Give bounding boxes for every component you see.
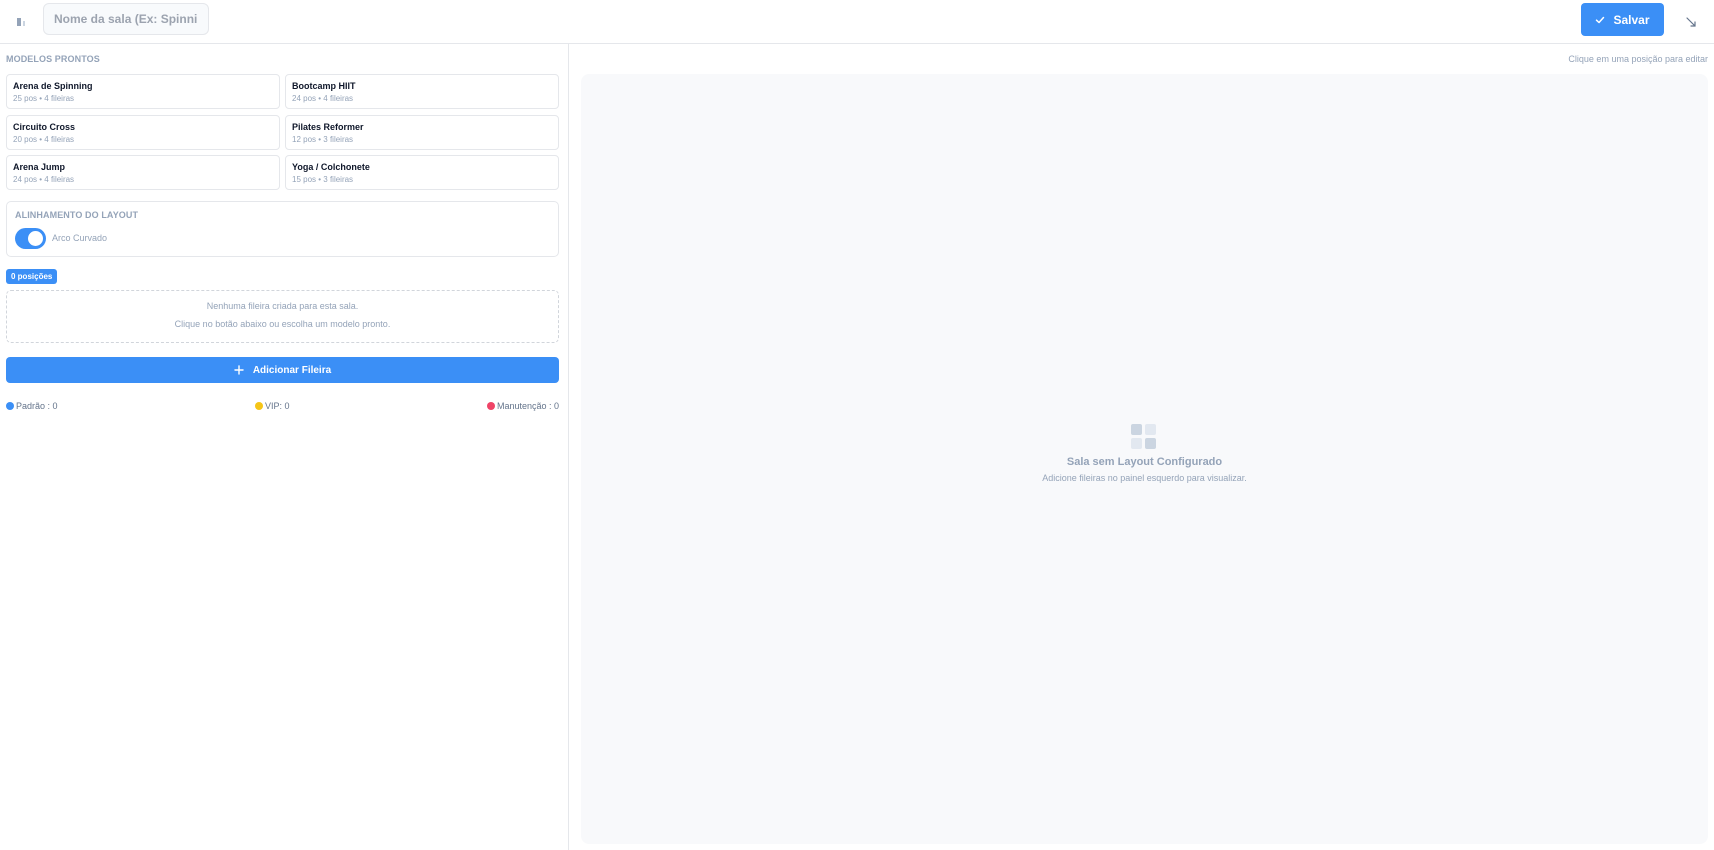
template-card[interactable]: Pilates Reformer 12 pos • 3 fileiras [285,115,559,150]
empty-rows-placeholder: Nenhuma fileira criada para esta sala. C… [6,290,559,343]
template-name: Yoga / Colchonete [292,162,370,172]
positions-count-badge: 0 posições [6,269,58,284]
template-meta: 24 pos • 4 fileiras [292,94,354,103]
legend-vip: VIP: 0 [255,401,290,411]
maintenance-dot-icon [487,402,495,410]
template-card[interactable]: Arena Jump 24 pos • 4 fileiras [6,155,280,190]
template-card[interactable]: Arena de Spinning 25 pos • 4 fileiras [6,74,280,109]
add-row-button[interactable]: Adicionar Fileira [6,357,559,383]
vip-dot-icon [255,402,263,410]
save-button[interactable]: Salvar [1581,3,1664,36]
template-meta: 20 pos • 4 fileiras [13,135,75,144]
grid-icon [1131,424,1157,450]
add-row-label: Adicionar Fileira [252,364,332,376]
sidebar-toggle-icon[interactable] [10,10,34,34]
template-name: Arena Jump [13,162,66,172]
legend-vip-label: VIP: 0 [265,401,290,411]
template-card[interactable]: Bootcamp HIIT 24 pos • 4 fileiras [285,74,559,109]
empty-rows-message: Nenhuma fileira criada para esta sala. [206,301,359,311]
legend-standard-label: Padrão : 0 [16,401,58,411]
empty-rows-hint: Clique no botão abaixo ou escolha um mod… [174,319,391,329]
templates-section-title: MODELOS PRONTOS [6,54,100,64]
template-card[interactable]: Yoga / Colchonete 15 pos • 3 fileiras [285,155,559,190]
toggle-knob [28,231,43,246]
check-icon [1596,16,1605,23]
template-meta: 24 pos • 4 fileiras [13,175,75,184]
template-name: Arena de Spinning [13,81,93,91]
template-meta: 25 pos • 4 fileiras [13,94,75,103]
standard-dot-icon [6,402,14,410]
legend-maintenance-label: Manutenção : 0 [497,401,560,411]
plus-icon [234,365,244,375]
template-name: Circuito Cross [13,122,76,132]
legend-maintenance: Manutenção : 0 [487,401,559,411]
empty-layout-title: Sala sem Layout Configurado [1066,456,1223,468]
edit-hint: Clique em uma posição para editar [1568,54,1708,64]
template-meta: 15 pos • 3 fileiras [292,175,354,184]
right-panel: Clique em uma posição para editar Sala s… [570,44,1714,850]
layout-alignment-box: ALINHAMENTO DO LAYOUT Arco Curvado [6,201,559,257]
curved-arc-label: Arco Curvado [52,233,108,243]
empty-layout-description: Adicione fileiras no painel esquerdo par… [1042,473,1247,483]
minimize-icon[interactable] [1679,10,1703,34]
layout-canvas[interactable]: Sala sem Layout Configurado Adicione fil… [581,74,1708,844]
room-name-input[interactable] [43,3,209,35]
curved-arc-toggle[interactable] [15,228,46,249]
template-meta: 12 pos • 3 fileiras [292,135,354,144]
template-card[interactable]: Circuito Cross 20 pos • 4 fileiras [6,115,280,150]
top-bar: Salvar [0,0,1714,44]
layout-alignment-title: ALINHAMENTO DO LAYOUT [15,210,139,220]
legend-standard: Padrão : 0 [6,401,58,411]
template-name: Bootcamp HIIT [292,81,356,91]
left-panel: MODELOS PRONTOS Arena de Spinning 25 pos… [0,44,569,850]
save-button-label: Salvar [1613,12,1650,27]
template-name: Pilates Reformer [292,122,364,132]
